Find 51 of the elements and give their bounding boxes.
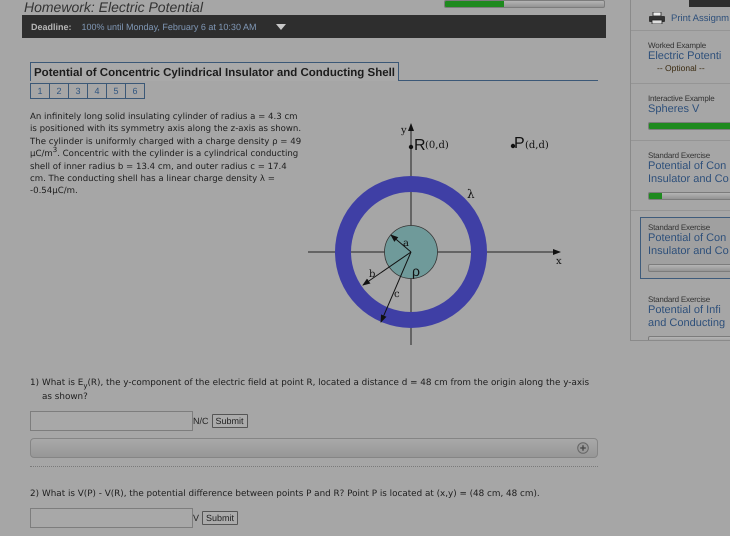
exercise-type: Standard Exercise	[648, 151, 711, 160]
question-number: 2)	[30, 488, 40, 501]
diagram-label: (0,d)	[425, 140, 449, 151]
part-tab[interactable]: 3	[68, 84, 87, 98]
part-tab[interactable]: 1	[31, 84, 49, 98]
page-title: Homework: Electric Potential	[24, 0, 203, 14]
part-tab[interactable]: 6	[125, 84, 144, 98]
part-tab[interactable]: 2	[49, 84, 68, 98]
exercise-link[interactable]: Potential of Con Insulator and Co	[648, 160, 730, 186]
diagram-label: ρ	[412, 263, 420, 279]
answer-field[interactable]	[30, 411, 193, 431]
diagram-label: y	[401, 125, 407, 136]
exercise-link[interactable]: Electric Potenti	[648, 50, 730, 63]
problem-description: An infinitely long solid insulating cylinder of radius a = 4.3 cm is positioned with its symmetry axis along the z-axis as shown. The cylinder is uniformly charged with a charge density ρ = 49 μC/m$^{3}$. Concentric with the cylinder is a cylindrical conducting shell of inner radius b = 13.4 cm, and outer radius c = 17.4 cm. The conducting shell has a linear charge density λ = -0.54μC/m.	[30, 111, 302, 198]
diagram-label: b	[369, 269, 376, 280]
diagram-label: λ	[467, 187, 475, 201]
hints-bar[interactable]	[30, 438, 598, 458]
question-text: What is E$_{y}$(R), the y-component of the electric field at point R, located a distance d = 48 cm from the origin along the y-axis as shown?	[42, 377, 590, 404]
printer-icon	[649, 12, 665, 24]
exercise-type: Worked Example	[648, 41, 707, 50]
diagram-label: c	[394, 289, 400, 300]
unit-label: V	[193, 513, 200, 523]
diagram-label: a	[403, 238, 409, 249]
exercise-type: Interactive Example	[648, 94, 716, 103]
exercise-link[interactable]: Potential of Infi and Conducting	[648, 304, 730, 330]
deadline-label: Deadline:	[31, 22, 72, 32]
part-tab[interactable]: 4	[87, 84, 106, 98]
submit-button[interactable]: Submit	[212, 414, 248, 428]
point-dot	[408, 144, 414, 150]
print-link[interactable]: Print Assignm	[631, 7, 730, 31]
part-tab[interactable]: 5	[106, 84, 125, 98]
diagram-label: (d,d)	[525, 140, 549, 151]
question-text: What is V(P) - V(R), the potential difference between points P and R? Point P is located at (x,y) = (48 cm, 48 cm).	[42, 488, 540, 501]
exercise-link[interactable]: Potential of Con Insulator and Co	[648, 232, 730, 258]
point-dot	[510, 144, 516, 148]
submit-button[interactable]: Submit	[202, 511, 238, 525]
exercise-type: Standard Exercise	[648, 223, 711, 232]
exercise-link[interactable]: Spheres V	[648, 103, 730, 116]
insulating-cylinder	[384, 225, 438, 279]
diagram-label: x	[556, 256, 562, 267]
problem-title: Potential of Concentric Cylindrical Insulator and Conducting Shell	[30, 62, 400, 81]
selected-exercise-card[interactable]: Standard Exercise Potential of Con Insulator and Co	[640, 217, 730, 279]
answer-field[interactable]	[30, 508, 193, 528]
diagram-label: P	[514, 135, 525, 152]
diagram-label: R	[414, 137, 426, 154]
caret-icon[interactable]	[276, 24, 286, 30]
exercise-type: Standard Exercise	[648, 295, 711, 304]
optional-label: -- Optional --	[656, 63, 706, 73]
deadline-value: 100% until Monday, February 6 at 10:30 AM	[82, 22, 256, 32]
question-number: 1)	[30, 377, 40, 390]
unit-label: N/C	[193, 416, 208, 426]
